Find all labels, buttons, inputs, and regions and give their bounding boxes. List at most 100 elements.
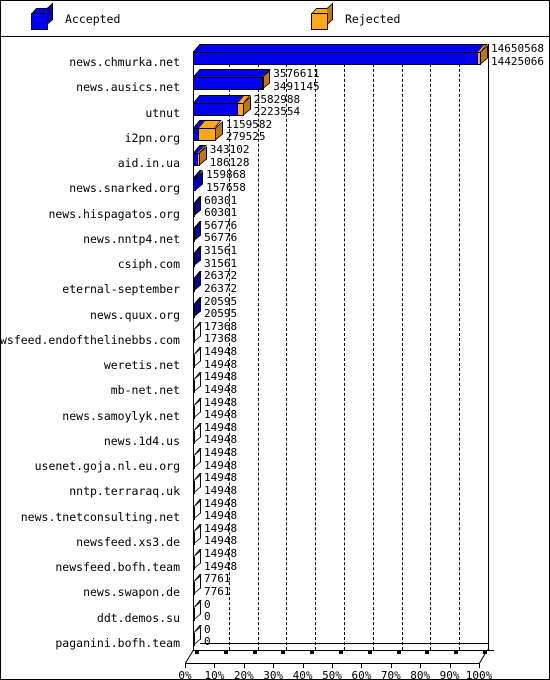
accepted-value-label: 14948 [204,458,238,472]
accepted-value-label: 14948 [204,382,238,396]
accepted-bar-segment[interactable] [193,102,237,116]
cube-front-face [311,12,328,30]
bar-value-labels: 3576611 3491145 [273,68,319,93]
x-tick [479,663,480,668]
bar-row: weretis.net 14948 14948 [1,345,549,372]
cube-front-face [31,12,48,30]
bar-value-labels: 14948 14948 [204,497,238,523]
accepted-value-label: 14425066 [491,54,544,68]
accepted-value-label: 17368 [204,332,238,346]
total-value-label: 14948 [204,370,238,384]
accepted-value-label: 14948 [204,408,238,421]
total-value-label: 26372 [204,269,238,283]
x-tick-mark [454,651,459,654]
bar-row: news.quux.org 20595 20595 [1,295,549,322]
x-tick [273,663,275,668]
bar-value-labels: 31561 31561 [204,244,237,270]
bar-value-labels: 14948 14948 [204,547,238,573]
bar-row: news.1d4.us 14948 14948 [1,421,549,448]
x-tick-mark [223,651,228,654]
legend-label-rejected: Rejected [345,11,401,26]
bar-row: news.snarked.org 159868 157658 [1,168,549,196]
accepted-value-label: 60301 [204,206,238,219]
total-value-label: 159868 [206,168,246,182]
accepted-value-label: 157658 [206,180,246,194]
x-tick [449,663,451,668]
bar-value-labels: 14948 14948 [204,421,238,447]
plot-right-edge [488,44,489,650]
rejected-bar-segment[interactable] [476,52,481,65]
bar-value-labels: 20595 20595 [204,295,237,321]
bar-row: eternal-september 26372 26372 [1,270,549,297]
legend-label-accepted: Accepted [65,11,121,26]
accepted-value-label: 3491145 [273,79,320,93]
bar-row: news.ausics.net 3576611 3491145 [1,68,549,95]
bar-row: paganini.bofh.team 0 0 [1,623,549,650]
total-value-label: 3576611 [273,67,320,81]
accepted-value-label: 14948 [204,534,238,548]
x-tick-label: 100% [465,669,493,680]
rejected-bar-segment[interactable] [198,127,216,141]
total-value-label: 14948 [204,345,238,358]
bar-value-labels: 14948 14948 [204,396,238,422]
x-tick-mark [483,651,487,654]
bar-value-labels: 26372 26372 [204,270,237,295]
total-value-label: 7761 [204,572,231,586]
bar-value-labels: 56776 56776 [204,219,238,245]
bar-row: newsfeed.xs3.de 14948 14948 [1,522,549,549]
x-tick-mark [396,651,401,654]
rejected-bar-segment[interactable] [261,77,264,91]
total-value-label: 14948 [204,547,238,560]
accepted-value-label: 56776 [204,231,238,245]
x-tick [332,663,333,668]
chart-legend: Accepted Rejected [0,0,550,37]
bar-row: news.swapon.de 7761 7761 [1,573,549,600]
bar-value-labels: 17368 17368 [204,320,238,346]
bar-side-face [196,171,204,191]
x-tick-mark [281,651,286,654]
bar-row: newsfeed.endofthelinebbs.com 17368 17368 [1,320,549,347]
x-tick-mark [425,651,430,654]
bar-row: newsfeed.bofh.team 14948 14948 [1,547,549,574]
y-axis-line [193,51,194,650]
x-tick-mark [310,651,315,654]
total-value-label: 343102 [209,143,250,156]
accepted-value-label: 14948 [204,483,238,497]
accepted-top-face [193,69,269,78]
accepted-value-label: 2223554 [253,105,301,118]
bar-row: news.samoylyk.net 14948 14948 [1,396,549,423]
bar-value-labels: 7761 7761 [204,573,231,598]
accepted-bar-segment[interactable] [193,52,477,65]
accepted-value-label: 14948 [204,509,238,522]
rejected-bar-segment[interactable] [196,153,200,166]
accepted-bar-segment[interactable] [193,77,262,91]
bar-row: ddt.demos.su 0 0 [1,598,549,625]
accepted-value-label: 279525 [225,130,266,144]
bar-row: i2pn.org 1159582 279525 [1,118,549,145]
x-tick [214,663,216,668]
chart-root: Accepted Rejected news.chmurka.net 146505… [0,0,550,680]
x-tick [361,663,363,668]
plot-area: news.chmurka.net 14650568 14425066 news.aus… [0,37,550,680]
category-label: paganini.bofh.team [55,635,180,650]
bar-row: csiph.com 31561 31561 [1,244,549,271]
bar-value-labels: 00 [204,623,211,649]
bar-row: utnut 2582988 2223554 [1,93,549,120]
bar-row: aid.in.ua 343102 186128 [1,143,549,170]
x-tick [185,663,186,668]
bar-value-labels: 343102 186128 [209,143,250,169]
bar-row: news.nntp4.net 56776 56776 [1,219,549,246]
legend-item-rejected: Rejected [311,1,400,36]
accepted-value-label: 14948 [204,433,238,447]
legend-item-accepted: Accepted [31,1,120,36]
bar-value-labels: 60301 60301 [204,194,238,220]
x-tick-mark [252,651,257,654]
accepted-value-label: 26372 [204,281,238,295]
x-tick [390,663,392,668]
axis-corner-left [185,649,195,664]
rejected-bar-segment[interactable] [236,102,244,116]
bar-row: usenet.goja.nl.eu.org 14948 14948 [1,446,549,473]
accepted-value-label: 14948 [204,357,238,371]
x-tick-mark [339,651,343,654]
bar-row: news.chmurka.net 14650568 14425066 [1,42,549,69]
